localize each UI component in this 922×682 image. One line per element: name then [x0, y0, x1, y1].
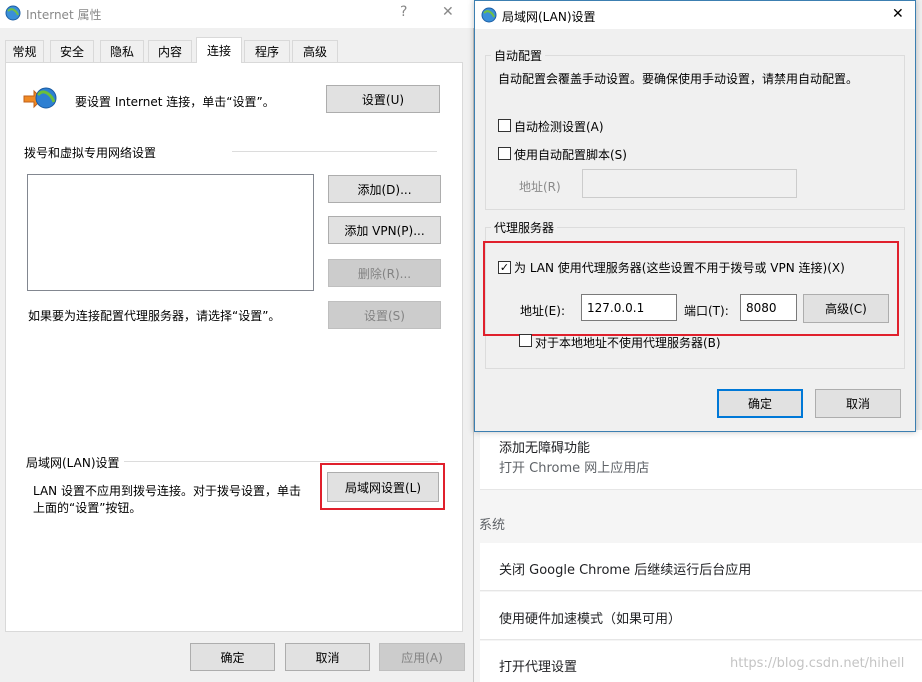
- watermark: https://blog.csdn.net/hihell: [730, 656, 905, 671]
- remove-button[interactable]: 删除(R)...: [328, 259, 441, 287]
- title-bar: Internet 属性 ? ✕: [0, 0, 474, 28]
- tab-programs[interactable]: 程序: [244, 40, 290, 62]
- settings-button[interactable]: 设置(S): [328, 301, 441, 329]
- connection-list[interactable]: [27, 174, 314, 291]
- auto-detect-checkbox[interactable]: [498, 119, 511, 132]
- internet-connect-icon: [23, 87, 57, 109]
- chrome-item-webstore[interactable]: 打开 Chrome 网上应用店: [499, 457, 649, 476]
- dialup-heading: 拨号和虚拟专用网络设置: [24, 146, 157, 160]
- auto-config-heading: 自动配置: [491, 47, 546, 64]
- tab-privacy[interactable]: 隐私: [100, 40, 144, 62]
- chrome-item-a11y: 添加无障碍功能: [499, 441, 591, 456]
- lan-globe-icon: [481, 7, 497, 23]
- proxy-config-description: 如果要为连接配置代理服务器，请选择“设置”。: [28, 309, 281, 323]
- chrome-row-hw-accel[interactable]: 使用硬件加速模式（如果可用）: [480, 592, 922, 640]
- lan-title-bar: 局域网(LAN)设置 ✕: [475, 1, 915, 29]
- auto-script-checkbox[interactable]: [498, 147, 511, 160]
- lan-heading: 局域网(LAN)设置: [26, 456, 120, 470]
- auto-config-description: 自动配置会覆盖手动设置。要确保使用手动设置，请禁用自动配置。: [498, 72, 859, 86]
- chrome-row-accessibility[interactable]: 添加无障碍功能 打开 Chrome 网上应用店: [480, 430, 922, 490]
- setup-description: 要设置 Internet 连接，单击“设置”。: [75, 95, 275, 109]
- add-button[interactable]: 添加(D)...: [328, 175, 441, 203]
- lan-description-line2: 上面的“设置”按钮。: [33, 501, 142, 515]
- chrome-item-background: 关闭 Google Chrome 后继续运行后台应用: [499, 563, 752, 578]
- lan-description-line1: LAN 设置不应用到拨号连接。对于拨号设置，单击: [33, 484, 301, 498]
- lan-ok-button[interactable]: 确定: [717, 389, 803, 418]
- cancel-button[interactable]: 取消: [285, 643, 370, 671]
- apply-button[interactable]: 应用(A): [379, 643, 465, 671]
- script-address-input[interactable]: [582, 169, 797, 198]
- script-address-label: 地址(R): [519, 180, 561, 194]
- setup-button[interactable]: 设置(U): [326, 85, 440, 113]
- help-icon[interactable]: ?: [400, 4, 407, 20]
- close-icon[interactable]: ✕: [442, 4, 454, 20]
- tab-content[interactable]: 内容: [148, 40, 192, 62]
- ok-button[interactable]: 确定: [190, 643, 275, 671]
- dialog-title: Internet 属性: [26, 8, 102, 22]
- internet-properties-dialog: Internet 属性 ? ✕ 常规 安全 隐私 内容 连接 程序 高级 要设置…: [0, 0, 474, 682]
- dialup-divider: [232, 151, 437, 152]
- bypass-local-label: 对于本地地址不使用代理服务器(B): [535, 336, 721, 350]
- tab-connections[interactable]: 连接: [196, 37, 242, 63]
- tab-advanced[interactable]: 高级: [292, 40, 338, 62]
- proxy-server-heading: 代理服务器: [491, 219, 558, 236]
- bypass-local-checkbox[interactable]: [519, 334, 532, 347]
- chrome-section-system: 系统: [479, 518, 506, 533]
- internet-globe-icon: [5, 5, 21, 21]
- chrome-item-proxy: 打开代理设置: [499, 660, 578, 675]
- auto-detect-label: 自动检测设置(A): [514, 120, 604, 134]
- highlight-lan-button: [320, 463, 445, 510]
- chrome-item-hw-accel: 使用硬件加速模式（如果可用）: [499, 612, 682, 627]
- auto-script-label: 使用自动配置脚本(S): [514, 148, 627, 162]
- tab-security[interactable]: 安全: [50, 40, 94, 62]
- lan-divider: [124, 461, 438, 462]
- lan-close-icon[interactable]: ✕: [892, 6, 904, 22]
- lan-cancel-button[interactable]: 取消: [815, 389, 901, 418]
- chrome-row-background-apps[interactable]: 关闭 Google Chrome 后继续运行后台应用: [480, 543, 922, 591]
- add-vpn-button[interactable]: 添加 VPN(P)...: [328, 216, 441, 244]
- highlight-proxy-section: [483, 241, 899, 336]
- lan-dialog-title: 局域网(LAN)设置: [502, 10, 596, 24]
- tab-general[interactable]: 常规: [5, 40, 44, 62]
